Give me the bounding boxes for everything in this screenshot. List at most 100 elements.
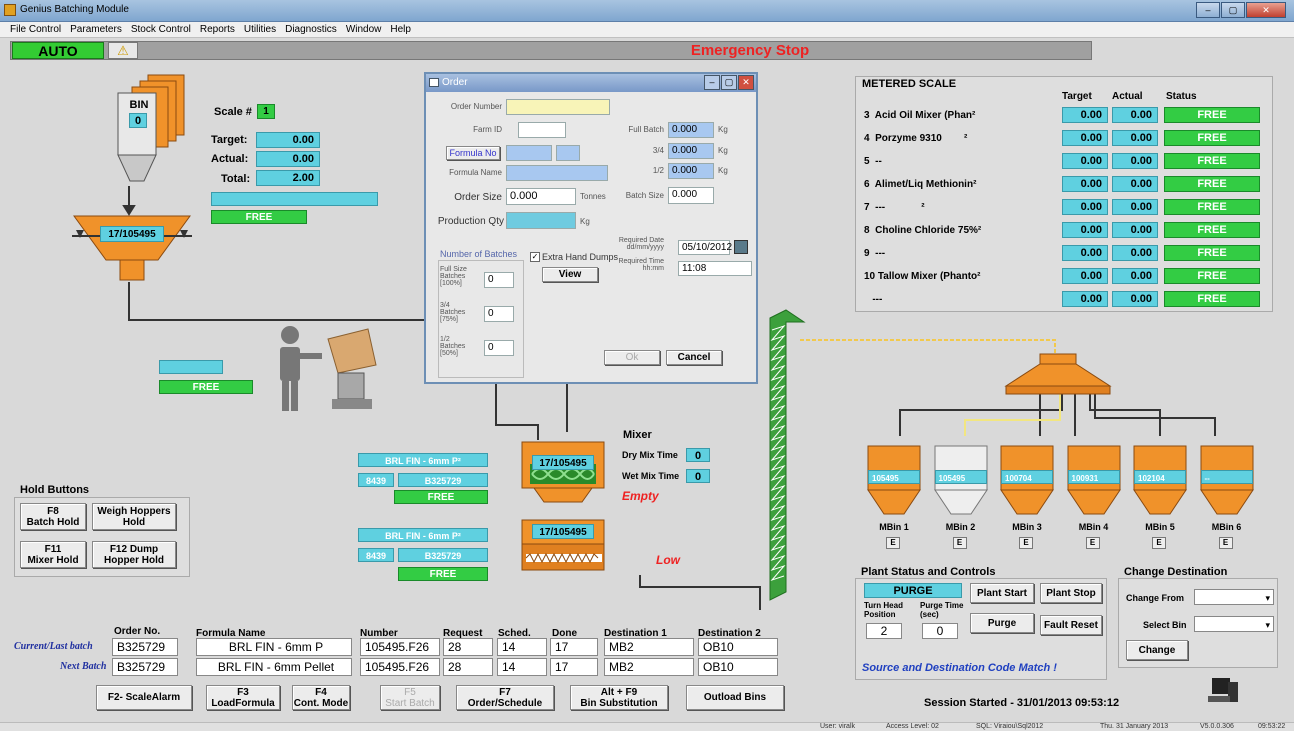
scale-status: FREE [211, 210, 307, 224]
req-time-label: Required Time hh:mm [618, 258, 664, 272]
tq-batches-input[interactable]: 0 [484, 306, 514, 322]
status-sql: SQL: Viraiou\Sql2012 [976, 723, 1044, 730]
queue1-order: B325729 [398, 473, 488, 487]
dialog-maximize-button[interactable]: ▢ [721, 75, 737, 90]
target-label: Target: [211, 134, 248, 146]
metered-row-name: 4 Porzyme 9310 ² [864, 133, 968, 144]
scale-progress-bar [211, 192, 378, 206]
metered-row-name: 7 --- ² [864, 202, 925, 213]
status-date: Thu. 31 January 2013 [1100, 723, 1169, 730]
metered-row-status: FREE [1164, 291, 1260, 307]
ok-button[interactable]: Ok [604, 350, 660, 365]
order-size-label: Order Size [454, 192, 502, 203]
dump-hopper-hold-button[interactable]: F12 Dump Hopper Hold [92, 541, 176, 568]
metered-row-actual: 0.00 [1112, 291, 1158, 307]
batch-row-label: Next Batch [60, 661, 107, 672]
turn-head-label: Turn Head Position [864, 601, 903, 619]
farm-id-input[interactable] [518, 122, 566, 138]
metered-row-name: 9 --- [864, 248, 886, 259]
formula-name-input[interactable] [506, 165, 608, 181]
change-button[interactable]: Change [1126, 640, 1188, 660]
order-number-input[interactable] [506, 99, 610, 115]
f5-start-batch-button[interactable]: F5 Start Batch [380, 685, 440, 710]
mbin-name: MBin 6 [1211, 522, 1242, 532]
metered-row-actual: 0.00 [1112, 199, 1158, 215]
metered-row-status: FREE [1164, 153, 1260, 169]
mixer-batch: 17/105495 [532, 455, 594, 470]
purge-button[interactable]: Purge [970, 613, 1034, 633]
plant-start-button[interactable]: Plant Start [970, 583, 1034, 603]
mbin-e-button[interactable]: E [886, 537, 900, 549]
req-date-label: Required Date dd/mm/yyyy [618, 237, 664, 251]
metered-title: METERED SCALE [862, 78, 957, 90]
extra-hand-dumps-checkbox[interactable]: ✓ [530, 252, 540, 262]
mbin-code: 100931 [1067, 470, 1120, 484]
mbin-e-button[interactable]: E [1152, 537, 1166, 549]
batch-hold-button[interactable]: F8 Batch Hold [20, 503, 86, 530]
calendar-icon[interactable] [734, 240, 748, 254]
req-date-input[interactable]: 05/10/2012 [678, 240, 732, 255]
mbin-e-button[interactable]: E [952, 537, 967, 549]
purge-time-label: Purge Time (sec) [920, 601, 964, 619]
metered-row-actual: 0.00 [1112, 222, 1158, 238]
formula-no-button[interactable]: Formula No [446, 146, 500, 160]
mbin-e-button[interactable]: E [1218, 537, 1233, 549]
handadd-bar [159, 360, 223, 374]
batch-cell-dest1: MB2 [604, 638, 694, 656]
cancel-button[interactable]: Cancel [666, 350, 722, 365]
dialog-minimize-button[interactable]: – [704, 75, 720, 90]
batch-cell-dest1: MB2 [604, 658, 694, 676]
dialog-close-button[interactable]: ✕ [738, 75, 754, 90]
view-button[interactable]: View [542, 267, 598, 282]
batch-cell-order: B325729 [112, 658, 178, 676]
queue1-formula: BRL FIN - 6mm P² [358, 453, 488, 467]
f3-load-formula-button[interactable]: F3 LoadFormula [206, 685, 280, 710]
queue2-code: 8439 [358, 548, 394, 562]
dry-mix-value: 0 [686, 448, 710, 462]
mixer-hold-button[interactable]: F11 Mixer Hold [20, 541, 86, 568]
formula-suffix-input[interactable] [556, 145, 580, 161]
metered-row-name: 5 -- [864, 156, 882, 167]
plant-stop-button[interactable]: Plant Stop [1040, 583, 1102, 603]
batch-size-label: Batch Size [625, 191, 664, 200]
full-batch-unit: Kg [718, 125, 728, 134]
order-size-input[interactable]: 0.000 [506, 188, 576, 205]
full-size-input[interactable]: 0 [484, 272, 514, 288]
mbin-e-button[interactable]: E [1085, 537, 1100, 549]
f4-cont-mode-button[interactable]: F4 Cont. Mode [292, 685, 350, 710]
queue2-order: B325729 [398, 548, 488, 562]
hopper-batch: 17/105495 [100, 226, 164, 242]
metered-row-target: 0.00 [1062, 199, 1108, 215]
batch-cell-dest2: OB10 [698, 638, 778, 656]
metered-row-actual: 0.00 [1112, 268, 1158, 284]
metered-row-status: FREE [1164, 245, 1260, 261]
batch-cell-order: B325729 [112, 638, 178, 656]
outload-bins-button[interactable]: Outload Bins [686, 685, 784, 710]
order-dialog: Order – ▢ ✕ Order Number Farm ID Formula… [424, 72, 758, 384]
computer-icon [1208, 678, 1238, 702]
three-quarter-value: 0.000 [668, 143, 714, 159]
batch-size-value: 0.000 [668, 187, 714, 204]
f2-scale-alarm-button[interactable]: F2- ScaleAlarm [96, 685, 192, 710]
metered-row-actual: 0.00 [1112, 176, 1158, 192]
req-time-input[interactable]: 11:08 [678, 261, 752, 276]
production-qty-input[interactable] [506, 212, 576, 229]
select-bin-select[interactable]: ▾ [1194, 616, 1274, 632]
farm-id-label: Farm ID [473, 125, 502, 134]
change-from-select[interactable]: ▾ [1194, 589, 1274, 605]
num-batches-label: Number of Batches [440, 249, 518, 259]
fault-reset-button[interactable]: Fault Reset [1040, 615, 1102, 635]
select-bin-label: Select Bin [1143, 620, 1187, 630]
metered-row-status: FREE [1164, 130, 1260, 146]
batch-cell-number: 105495.F26 [360, 638, 440, 656]
metered-row-name: 8 Choline Chloride 75%² [864, 225, 982, 236]
alt-f9-bin-substitution-button[interactable]: Alt + F9 Bin Substitution [570, 685, 668, 710]
mbin-e-button[interactable]: E [1019, 537, 1033, 549]
mbin-code: -- [1200, 470, 1253, 484]
mbin-code: 100704 [1001, 470, 1053, 484]
formula-no-input[interactable] [506, 145, 552, 161]
half-batches-input[interactable]: 0 [484, 340, 514, 356]
weigh-hoppers-hold-button[interactable]: Weigh Hoppers Hold [92, 503, 176, 530]
f7-order-schedule-button[interactable]: F7 Order/Schedule [456, 685, 554, 710]
tonnes-unit: Tonnes [580, 192, 606, 201]
